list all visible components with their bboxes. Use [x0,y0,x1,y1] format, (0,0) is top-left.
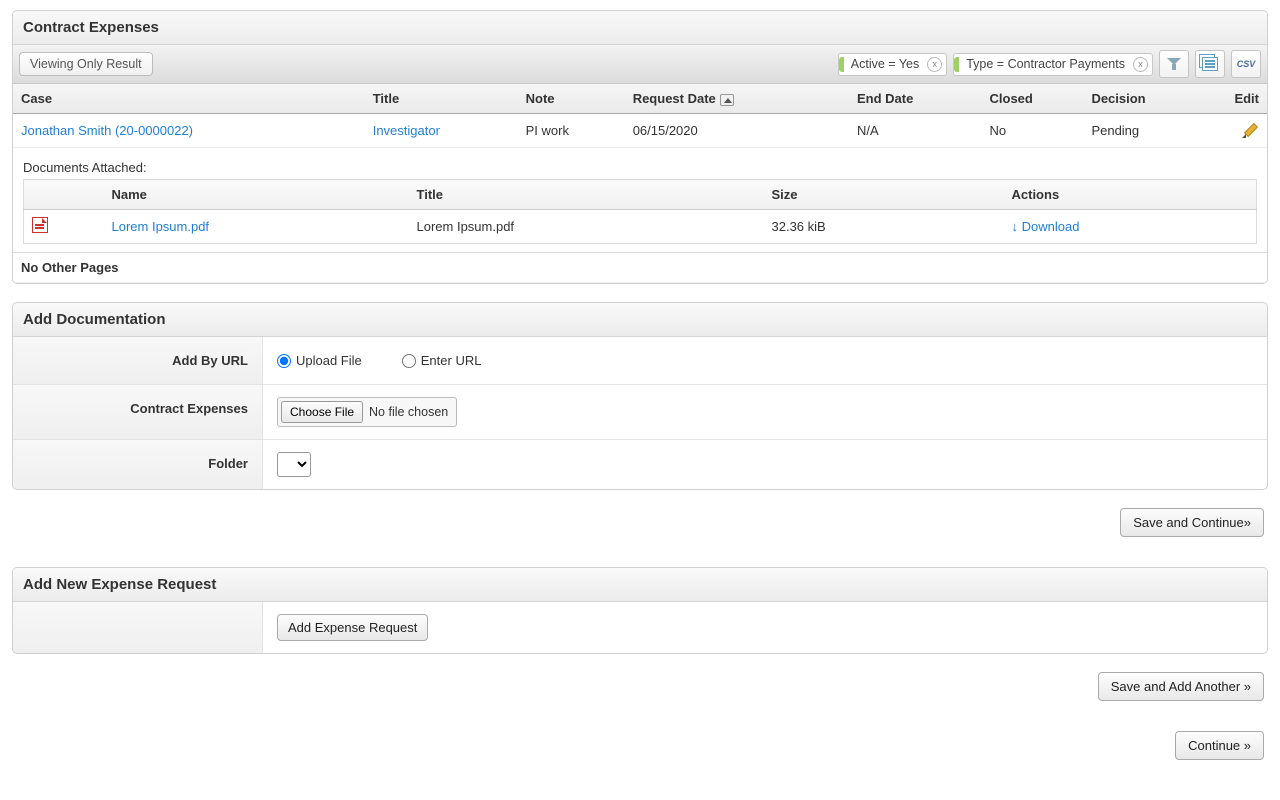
export-csv-button[interactable]: CSV [1231,50,1261,78]
viewing-only-result-button[interactable]: Viewing Only Result [19,52,153,76]
panel-title: Add New Expense Request [13,568,1267,602]
doc-col-size[interactable]: Size [764,180,1004,210]
col-closed[interactable]: Closed [982,84,1084,114]
export-sheet-button[interactable] [1195,50,1225,78]
title-link[interactable]: Investigator [373,123,440,138]
file-input-wrap[interactable]: Choose File No file chosen [277,397,457,427]
add-documentation-panel: Add Documentation Add By URL Upload File… [12,302,1268,490]
radio-upload-file-input[interactable] [277,354,291,368]
choose-file-button[interactable]: Choose File [281,401,363,423]
note-cell: PI work [518,114,625,148]
decision-cell: Pending [1083,114,1205,148]
save-and-add-another-button[interactable]: Save and Add Another » [1098,672,1264,701]
form-row-add-expense: Add Expense Request [13,602,1267,653]
case-link[interactable]: Jonathan Smith (20-0000022) [21,123,193,138]
download-link[interactable]: ↓ Download [1012,219,1080,234]
radio-enter-url-input[interactable] [402,354,416,368]
documents-table: Name Title Size Actions Lorem Ipsum.pdf [23,179,1257,244]
contract-expenses-panel: Contract Expenses Viewing Only Result Ac… [12,10,1268,284]
document-row: Lorem Ipsum.pdf Lorem Ipsum.pdf 32.36 ki… [24,210,1257,244]
col-end-date[interactable]: End Date [849,84,982,114]
label-empty [13,602,263,653]
col-request-date[interactable]: Request Date [625,84,849,114]
document-title-cell: Lorem Ipsum.pdf [409,210,764,244]
expenses-table: Case Title Note Request Date End Date Cl… [13,84,1267,283]
form-row-add-by-url: Add By URL Upload File Enter URL [13,337,1267,385]
file-chosen-text: No file chosen [369,405,448,419]
form-row-folder: Folder [13,440,1267,489]
label-add-by-url: Add By URL [13,337,263,384]
pager-row: No Other Pages [13,253,1267,283]
closed-cell: No [982,114,1084,148]
documents-section: Documents Attached: Name Title Size Acti… [13,148,1267,252]
form-row-contract-expenses: Contract Expenses Choose File No file ch… [13,385,1267,440]
filter-chip-label: Active = Yes [851,57,919,71]
doc-col-title[interactable]: Title [409,180,764,210]
folder-select[interactable] [277,452,311,477]
filter-remove-icon[interactable]: x [1133,57,1148,72]
radio-enter-url[interactable]: Enter URL [402,353,482,368]
sheet-copy-icon [1202,57,1218,71]
add-expense-request-panel: Add New Expense Request Add Expense Requ… [12,567,1268,654]
pdf-icon [32,217,48,233]
panel-title: Contract Expenses [13,11,1267,45]
doc-col-actions[interactable]: Actions [1004,180,1257,210]
document-name-link[interactable]: Lorem Ipsum.pdf [112,219,210,234]
table-row: Jonathan Smith (20-0000022) Investigator… [13,114,1267,148]
pager-text: No Other Pages [13,253,1267,283]
doc-col-icon [24,180,104,210]
col-decision[interactable]: Decision [1083,84,1205,114]
col-case[interactable]: Case [13,84,365,114]
col-title[interactable]: Title [365,84,518,114]
save-and-continue-button[interactable]: Save and Continue» [1120,508,1264,537]
funnel-icon [1167,57,1181,71]
filter-button[interactable] [1159,50,1189,78]
end-date-cell: N/A [849,114,982,148]
request-date-cell: 06/15/2020 [625,114,849,148]
csv-icon: CSV [1237,59,1256,69]
add-expense-request-button[interactable]: Add Expense Request [277,614,428,641]
panel-title: Add Documentation [13,303,1267,337]
filter-chip-type[interactable]: Type = Contractor Payments x [953,53,1153,76]
documents-heading: Documents Attached: [23,160,1257,175]
filter-area: Active = Yes x Type = Contractor Payment… [838,50,1261,78]
doc-col-name[interactable]: Name [104,180,409,210]
filter-chip-active[interactable]: Active = Yes x [838,53,947,76]
col-note[interactable]: Note [518,84,625,114]
edit-icon[interactable] [1243,121,1259,137]
filter-remove-icon[interactable]: x [927,57,942,72]
filter-accent-bar [839,57,844,72]
radio-group-add-by-url: Upload File Enter URL [263,337,1267,384]
continue-button[interactable]: Continue » [1175,731,1264,760]
sort-asc-icon [720,94,734,106]
label-contract-expenses: Contract Expenses [13,385,263,439]
radio-upload-file[interactable]: Upload File [277,353,362,368]
toolbar: Viewing Only Result Active = Yes x Type … [13,45,1267,84]
document-size-cell: 32.36 kiB [764,210,1004,244]
filter-accent-bar [954,57,959,72]
filter-chip-label: Type = Contractor Payments [966,57,1125,71]
col-edit[interactable]: Edit [1206,84,1267,114]
label-folder: Folder [13,440,263,489]
